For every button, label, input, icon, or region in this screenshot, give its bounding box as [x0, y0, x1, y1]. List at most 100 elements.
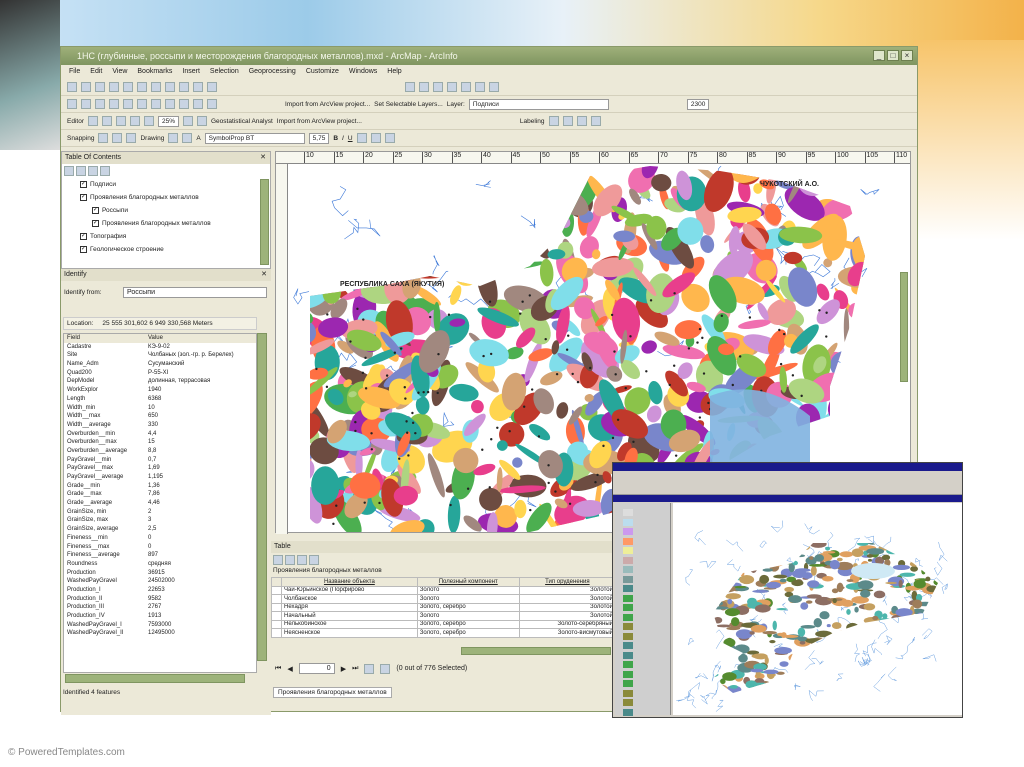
editor-toolbar-icon[interactable] — [405, 82, 415, 92]
identify-row[interactable]: WashedPayGravel_I 7593000 — [64, 621, 256, 630]
forward-icon[interactable] — [137, 99, 147, 109]
toc-window-icon[interactable] — [419, 82, 429, 92]
search-window-icon[interactable] — [447, 82, 457, 92]
identify-row[interactable]: Grade__max 7,86 — [64, 490, 256, 499]
zoom-out-icon[interactable] — [81, 99, 91, 109]
scale-input[interactable]: 2300 — [686, 98, 710, 110]
toc-layer[interactable]: ✓ Подписи — [62, 178, 270, 191]
column-header[interactable]: Тип оруденения — [518, 577, 617, 587]
identify-row[interactable]: Grade__min 1,36 — [64, 482, 256, 491]
open-icon[interactable] — [81, 82, 91, 92]
toc-layer[interactable]: ✓ Проявления благородных металлов — [62, 191, 270, 204]
python-icon[interactable] — [475, 82, 485, 92]
row-selector[interactable] — [271, 628, 282, 638]
row-selector[interactable] — [271, 602, 282, 612]
identify-row[interactable]: Production_II 9582 — [64, 595, 256, 604]
cut-icon[interactable] — [123, 82, 133, 92]
font-size-select[interactable]: 5,75 — [308, 132, 330, 144]
layout2-icon[interactable] — [197, 116, 207, 126]
identify-row[interactable]: Production 36915 — [64, 569, 256, 578]
identify-row[interactable]: GrainSize, average 2,5 — [64, 525, 256, 534]
end-snap-icon[interactable] — [112, 133, 123, 143]
identify-row[interactable]: Overburden__average 8,8 — [64, 447, 256, 456]
back-icon[interactable] — [123, 99, 133, 109]
pan-icon[interactable] — [95, 99, 105, 109]
identify-row[interactable]: PayGravel__average 1,195 — [64, 473, 256, 482]
drawing-menu[interactable]: Drawing — [140, 135, 164, 142]
identify-row[interactable]: WashedPayGravel 24502000 — [64, 577, 256, 586]
identify-row[interactable]: Fineness__max 0 — [64, 543, 256, 552]
identify-row[interactable]: GrainSize, max 3 — [64, 516, 256, 525]
fill-color-icon[interactable] — [356, 133, 367, 143]
prev-record-button[interactable]: ◀ — [287, 665, 292, 673]
table-tab[interactable]: Проявления благородных металлов — [273, 687, 392, 698]
toc-layer[interactable]: ✓ Геологическое строение — [62, 243, 270, 256]
menu-geoprocessing[interactable]: Geoprocessing — [249, 65, 296, 79]
identify-row[interactable]: GrainSize, min 2 — [64, 508, 256, 517]
layer-select[interactable]: Подписи — [468, 98, 609, 110]
minimize-button[interactable]: _ — [873, 50, 885, 61]
sketch-icon[interactable] — [101, 116, 112, 126]
identify-row[interactable]: Width__average 330 — [64, 421, 256, 430]
point-snap-icon[interactable] — [98, 133, 109, 143]
identify-row[interactable]: Site Чолбаных (зол.-гр. р. Берелех) — [64, 351, 256, 360]
table-row[interactable]: Нехадря Золото, серебро Золотой — [271, 602, 617, 612]
next-record-button[interactable]: ▶ — [341, 665, 346, 673]
identify-row[interactable]: PayGravel__min 0,7 — [64, 456, 256, 465]
select-element-icon[interactable] — [168, 133, 179, 143]
font-select[interactable]: SymbolProp BT — [204, 132, 305, 144]
menu-insert[interactable]: Insert — [182, 65, 200, 79]
show-all-records-icon[interactable] — [364, 663, 375, 674]
identify-row[interactable]: Name_Adm Сусуманский — [64, 360, 256, 369]
toc-scrollbar[interactable] — [260, 179, 269, 265]
rectangle-icon[interactable] — [182, 133, 193, 143]
identify-row[interactable]: Grade__average 4,46 — [64, 499, 256, 508]
table-hscrollbar[interactable] — [461, 647, 611, 655]
close-icon[interactable]: ✕ — [261, 269, 267, 281]
zoom-in-icon[interactable] — [67, 99, 77, 109]
identify-row[interactable]: Production_IV 1913 — [64, 612, 256, 621]
identify-vscrollbar[interactable] — [257, 333, 267, 661]
close-icon[interactable]: ✕ — [260, 152, 266, 164]
identify-row[interactable]: Fineness__min 0 — [64, 534, 256, 543]
catalog-icon[interactable] — [433, 82, 443, 92]
print-icon[interactable] — [109, 82, 119, 92]
identify-row[interactable]: Production_I 22653 — [64, 586, 256, 595]
identify-row[interactable]: WorkExplor 1940 — [64, 386, 256, 395]
checkbox[interactable]: ✓ — [80, 193, 87, 201]
checkbox[interactable]: ✓ — [92, 206, 99, 214]
attributes-icon[interactable] — [143, 116, 154, 126]
table-options-icon[interactable] — [273, 555, 283, 565]
row-selector[interactable] — [271, 611, 282, 621]
menu-bookmarks[interactable]: Bookmarks — [137, 65, 172, 79]
identify-row[interactable]: Overburden__min 4,4 — [64, 430, 256, 439]
identify-row[interactable]: PayGravel__max 1,69 — [64, 464, 256, 473]
select-features-icon[interactable] — [151, 99, 161, 109]
first-record-button[interactable]: ⏮ — [275, 665, 281, 673]
paste-icon[interactable] — [151, 82, 161, 92]
row-selector[interactable] — [271, 619, 282, 629]
menu-selection[interactable]: Selection — [210, 65, 239, 79]
row-selector[interactable] — [271, 585, 282, 595]
table-row[interactable]: Нелькобинское Золото, серебро Золото-сереб… — [271, 619, 617, 629]
menu-windows[interactable]: Windows — [349, 65, 377, 79]
menu-edit[interactable]: Edit — [90, 65, 102, 79]
table-row[interactable]: Чолбанское Золото Золотой — [271, 594, 617, 604]
toc-layer[interactable]: ✓ Топография — [62, 230, 270, 243]
import-arcview-button[interactable]: Import from ArcView project... — [285, 101, 370, 108]
redo-icon[interactable] — [193, 82, 203, 92]
identify-hscrollbar[interactable] — [65, 674, 245, 683]
identify-row[interactable]: Length 6368 — [64, 395, 256, 404]
set-selectable-button[interactable]: Set Selectable Layers... — [374, 101, 443, 108]
edit-tool-icon[interactable] — [87, 116, 98, 126]
select-elements-icon[interactable] — [165, 99, 175, 109]
measure-icon[interactable] — [193, 99, 203, 109]
layout-icon[interactable] — [183, 116, 193, 126]
save-icon[interactable] — [95, 82, 105, 92]
lock-labels-icon[interactable] — [590, 116, 601, 126]
list-by-visibility-icon[interactable] — [87, 166, 98, 176]
select-by-attributes-icon[interactable] — [296, 555, 307, 565]
close-button[interactable]: × — [901, 50, 913, 61]
underline-button[interactable]: U — [348, 135, 353, 142]
text-color-button[interactable]: A — [196, 135, 200, 142]
